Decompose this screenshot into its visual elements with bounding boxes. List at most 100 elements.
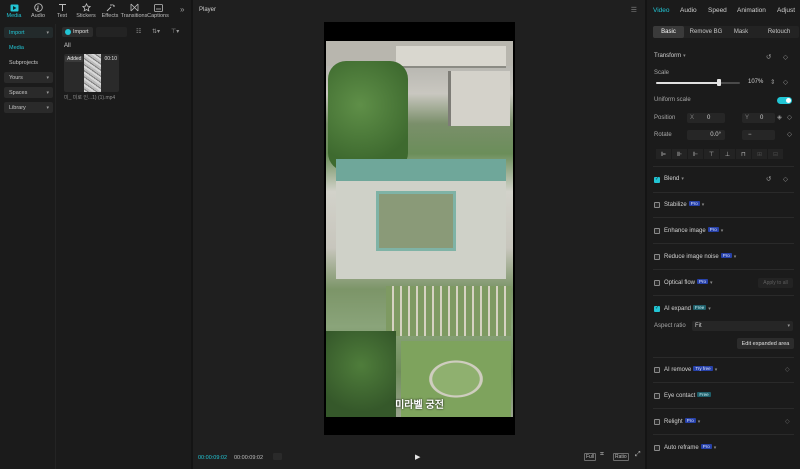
tab-animation[interactable]: Animation [737, 7, 766, 14]
relight-checkbox[interactable] [654, 419, 660, 425]
media-clip-thumbnail[interactable]: Added 00:10 [64, 54, 119, 92]
keyframe-position-icon[interactable]: ◇ [787, 113, 792, 121]
distribute-v-icon[interactable]: ⊟ [768, 149, 784, 159]
audio-icon [33, 3, 43, 12]
link-position-icon[interactable]: ◈ [777, 113, 782, 121]
align-bottom-icon[interactable]: ⊓ [736, 149, 752, 159]
rotate-flip-field[interactable]: − [742, 130, 775, 140]
keyframe-relight-icon[interactable]: ◇ [785, 418, 790, 425]
relight-label: Relight [664, 419, 683, 425]
enhance-image-checkbox[interactable] [654, 228, 660, 234]
optical-flow-header[interactable]: Optical flow Pro ▾ [664, 279, 713, 286]
fullscreen-icon[interactable]: ⤢ [634, 451, 642, 460]
player-canvas[interactable]: 미라벨 궁전 [324, 22, 515, 435]
ai-remove-header[interactable]: AI remove Try free ▾ [664, 366, 717, 373]
auto-reframe-header[interactable]: Auto reframe Pro ▾ [664, 444, 716, 451]
full-button[interactable]: Full [584, 453, 597, 461]
scene-trees [328, 61, 408, 171]
player-menu-icon[interactable]: ☰ [631, 6, 637, 14]
nav-yours[interactable]: Yours [4, 72, 53, 83]
nav-media[interactable]: Media [4, 42, 53, 53]
align-top-icon[interactable]: ⊤ [704, 149, 720, 159]
keyframe-transform-icon[interactable]: ◇ [783, 53, 788, 61]
divider [653, 166, 794, 167]
tab-speed[interactable]: Speed [708, 7, 727, 14]
scale-value[interactable]: 107% [748, 79, 763, 85]
nav-spaces[interactable]: Spaces [4, 87, 53, 98]
tab-audio[interactable]: Audio [26, 0, 50, 22]
scale-slider-handle[interactable] [717, 79, 721, 86]
distribute-h-icon[interactable]: ⊞ [752, 149, 768, 159]
rotate-extra: − [748, 132, 752, 138]
crop-icon[interactable]: ⌗ [599, 451, 605, 460]
subtab-retouch[interactable]: Retouch [759, 26, 799, 38]
tab-media[interactable]: Media [2, 0, 26, 22]
captions-icon [153, 3, 163, 12]
stabilize-checkbox[interactable] [654, 202, 660, 208]
optical-flow-checkbox[interactable] [654, 280, 660, 286]
tab-video[interactable]: Video [653, 7, 670, 14]
tab-effects[interactable]: Effects [98, 0, 122, 22]
eye-contact-header[interactable]: Eye contact Free [664, 392, 711, 399]
keyframe-rotate-icon[interactable]: ◇ [787, 130, 792, 138]
tab-text[interactable]: Text [50, 0, 74, 22]
tab-adjust[interactable]: Adjust [777, 7, 795, 14]
ai-expand-header[interactable]: AI expand Free ▾ [664, 305, 711, 312]
align-left-icon[interactable]: ⊫ [656, 149, 672, 159]
ai-expand-checkbox[interactable] [654, 305, 660, 312]
subtab-basic[interactable]: Basic [653, 26, 684, 38]
auto-reframe-checkbox[interactable] [654, 445, 660, 451]
sort-icon[interactable]: ⇅▾ [152, 28, 160, 35]
apply-to-all-button[interactable]: Apply to all [758, 278, 793, 288]
tab-captions[interactable]: Captions [146, 0, 170, 22]
position-x-field[interactable]: X0 [687, 113, 725, 123]
play-button[interactable]: ▶ [415, 453, 420, 461]
align-center-h-icon[interactable]: ⊪ [672, 149, 688, 159]
scene-building-right [448, 71, 510, 126]
subtab-mask[interactable]: Mask [727, 26, 755, 38]
media-library: Import ☷ ⇅▾ ⊤▾ All Added 00:10 미_ 미로 인..… [58, 24, 191, 469]
stabilize-header[interactable]: Stabilize Pro ▾ [664, 201, 704, 208]
player-title: Player [199, 7, 217, 13]
edit-expanded-area-button[interactable]: Edit expanded area [737, 338, 794, 349]
relight-header[interactable]: Relight Pro ▾ [664, 418, 700, 425]
keyframe-blend-icon[interactable]: ◇ [783, 175, 788, 183]
timecode-toggle[interactable] [273, 453, 282, 460]
blend-checkbox[interactable] [654, 176, 660, 183]
align-center-v-icon[interactable]: ⊥ [720, 149, 736, 159]
pro-badge: Pro [707, 227, 719, 232]
reduce-noise-checkbox[interactable] [654, 254, 660, 260]
divider [653, 192, 794, 193]
tab-stickers[interactable]: Stickers [74, 0, 98, 22]
position-x-tag: X [690, 115, 695, 121]
eye-contact-checkbox[interactable] [654, 393, 660, 399]
more-tabs-icon[interactable]: » [180, 5, 184, 14]
reset-transform-icon[interactable]: ↺ [766, 53, 771, 61]
tab-transitions[interactable]: Transitions [121, 0, 147, 22]
subtab-remove-bg[interactable]: Remove BG [686, 26, 726, 38]
scale-stepper-icon[interactable]: ⇕ [770, 78, 775, 86]
view-grid-icon[interactable]: ☷ [136, 28, 141, 35]
uniform-scale-toggle[interactable] [777, 97, 792, 104]
position-y-field[interactable]: Y0 [742, 113, 775, 123]
tab-audio-inspector[interactable]: Audio [680, 7, 697, 14]
keyframe-scale-icon[interactable]: ◇ [783, 78, 788, 86]
transform-header[interactable]: Transform ▾ [654, 53, 686, 59]
enhance-image-header[interactable]: Enhance image Pro ▾ [664, 227, 723, 234]
reduce-noise-header[interactable]: Reduce image noise Pro ▾ [664, 253, 736, 260]
reset-blend-icon[interactable]: ↺ [766, 175, 771, 183]
align-right-icon[interactable]: ⊩ [688, 149, 704, 159]
nav-import[interactable]: Import [4, 27, 53, 38]
ratio-button[interactable]: Ratio [613, 453, 629, 461]
rotate-field[interactable]: 0.0° [687, 130, 725, 140]
nav-subprojects[interactable]: Subprojects [4, 57, 53, 68]
ai-remove-checkbox[interactable] [654, 367, 660, 373]
aspect-ratio-select[interactable]: Fit [692, 321, 793, 331]
keyframe-ai-remove-icon[interactable]: ◇ [785, 366, 790, 373]
blend-header[interactable]: Blend ▾ [664, 176, 684, 182]
nav-library[interactable]: Library [4, 102, 53, 113]
scale-slider[interactable] [656, 79, 740, 86]
filter-icon[interactable]: ⊤▾ [171, 28, 179, 35]
media-search-input[interactable] [96, 27, 127, 37]
import-button[interactable]: Import [62, 27, 93, 37]
